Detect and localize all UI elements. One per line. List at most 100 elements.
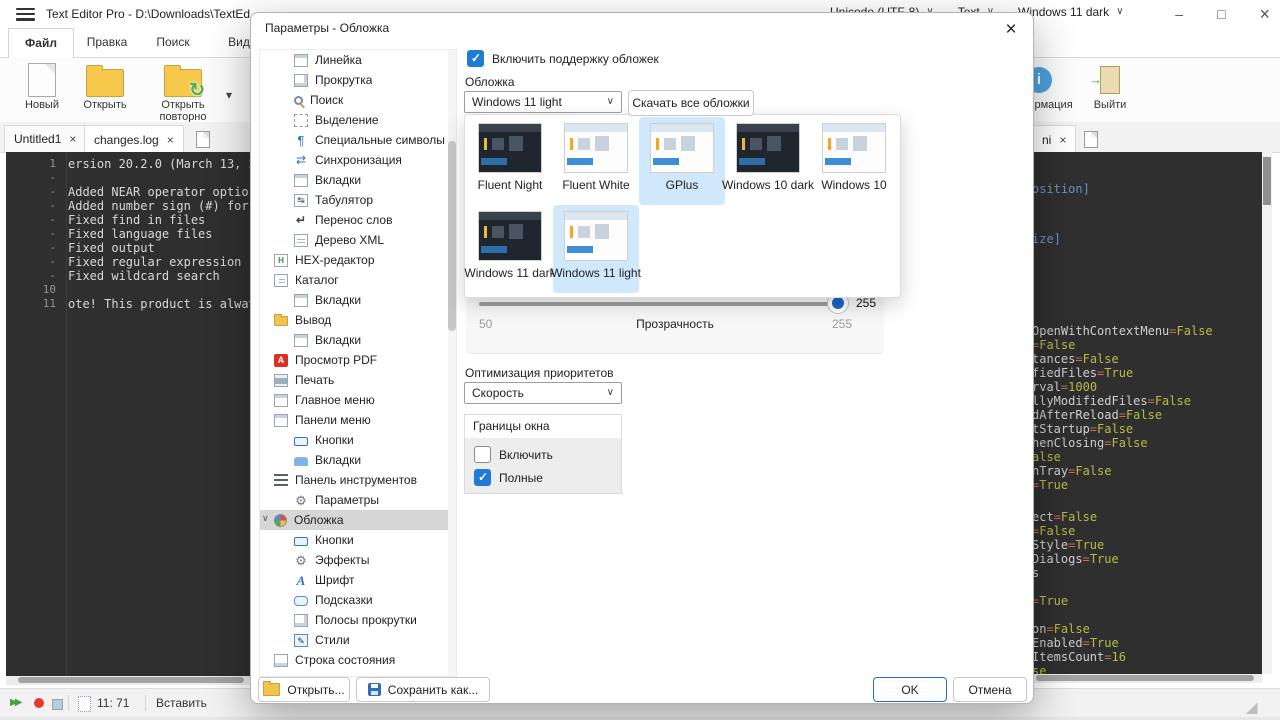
- tree-item-Перенос слов[interactable]: ↵ Перенос слов: [260, 210, 456, 230]
- tree-item-Подсказки[interactable]: Подсказки: [260, 590, 456, 610]
- run-macro-icon[interactable]: ▶▶: [10, 697, 23, 708]
- toolbar-button[interactable]: Открыть повторно: [138, 61, 228, 123]
- skin-option-GPlus[interactable]: GPlus: [639, 117, 725, 205]
- sync-icon: ⇄: [295, 152, 307, 167]
- tree-item-Вкладки[interactable]: Вкладки: [260, 290, 456, 310]
- cancel-button[interactable]: Отмена: [953, 677, 1027, 702]
- tree-item-Строка состояния[interactable]: Строка состояния: [260, 650, 456, 670]
- toolbar-button[interactable]: Открыть: [74, 61, 136, 111]
- ribbon-tab-Правка[interactable]: Правка: [74, 28, 140, 58]
- tree-item-Панели меню[interactable]: Панели меню: [260, 410, 456, 430]
- editor-line: Style=True: [1032, 538, 1262, 552]
- editor-line: s: [1032, 566, 1262, 580]
- skin-option-Windows 10[interactable]: Windows 10: [811, 117, 897, 205]
- tree-item-Полосы прокрутки[interactable]: Полосы прокрутки: [260, 610, 456, 630]
- tree-item-Параметры[interactable]: ⚙ Параметры: [260, 490, 456, 510]
- print-icon: [274, 373, 288, 387]
- ok-button[interactable]: OK: [873, 677, 947, 702]
- tree-item-Вкладки[interactable]: Вкладки: [260, 170, 456, 190]
- close-tab-icon[interactable]: ×: [69, 132, 76, 146]
- tree-item-Обложка[interactable]: ∨ Обложка: [260, 510, 456, 530]
- horizontal-scrollbar[interactable]: [6, 676, 250, 685]
- tree-item-Табулятор[interactable]: ↹ Табулятор: [260, 190, 456, 210]
- hint-icon: [294, 595, 308, 606]
- transparency-slider-track[interactable]: [479, 302, 847, 306]
- code-key: tStartup: [1032, 422, 1090, 436]
- priority-dropdown[interactable]: Скорость ∨: [464, 382, 622, 404]
- tree-item-Вывод[interactable]: Вывод: [260, 310, 456, 330]
- skin-option-Windows 10 dark[interactable]: Windows 10 dark: [722, 117, 814, 205]
- tree-item-Каталог[interactable]: Каталог: [260, 270, 456, 290]
- dialog-close-icon[interactable]: ×: [995, 15, 1027, 45]
- code-section: ize]: [1032, 232, 1061, 246]
- skin-option-Windows 11 light[interactable]: Windows 11 light: [551, 205, 641, 293]
- tree-item-Специальные символы[interactable]: ¶ Специальные символы: [260, 130, 456, 150]
- tree-item-Шрифт[interactable]: A Шрифт: [260, 570, 456, 590]
- tree-item-Дерево XML[interactable]: Дерево XML: [260, 230, 456, 250]
- tree-item-Панель инструментов[interactable]: Панель инструментов: [260, 470, 456, 490]
- tree-item-Просмотр PDF[interactable]: A Просмотр PDF: [260, 350, 456, 370]
- tree-item-Главное меню[interactable]: Главное меню: [260, 390, 456, 410]
- tree-item-Поиск[interactable]: Поиск: [260, 90, 456, 110]
- scrollbar-thumb[interactable]: [18, 677, 244, 683]
- tree-item-Линейка[interactable]: Линейка: [260, 50, 456, 70]
- tree-item-Кнопки[interactable]: Кнопки: [260, 530, 456, 550]
- ribbon-tab-Файл[interactable]: Файл: [8, 28, 74, 59]
- close-tab-icon[interactable]: ×: [167, 133, 174, 147]
- new-tab-icon[interactable]: [196, 131, 210, 148]
- tree-item-label: Шрифт: [315, 573, 355, 587]
- exit-icon: [1089, 66, 1120, 94]
- tree-item-Вкладки[interactable]: Вкладки: [260, 330, 456, 350]
- skin-option-Windows 11 dark[interactable]: Windows 11 dark: [464, 205, 556, 293]
- toolbar-button[interactable]: Новый: [14, 61, 70, 111]
- checkbox[interactable]: [474, 469, 491, 486]
- tree-item-HEX-редактор[interactable]: H HEX-редактор: [260, 250, 456, 270]
- tree-item-Печать[interactable]: Печать: [260, 370, 456, 390]
- checkbox-row[interactable]: Полные: [474, 466, 621, 489]
- skin-dropdown[interactable]: Windows 11 light ∨: [464, 91, 622, 113]
- checkbox-row[interactable]: Включить: [474, 443, 621, 466]
- titlebar-dropdown[interactable]: Windows 11 dark ∨: [1018, 5, 1123, 19]
- record-macro-icon[interactable]: [34, 698, 44, 708]
- minimize-button[interactable]: –: [1175, 7, 1183, 21]
- stop-macro-icon[interactable]: [52, 699, 63, 710]
- new-tab-icon[interactable]: [1084, 131, 1098, 148]
- close-tab-icon[interactable]: ×: [1059, 133, 1066, 147]
- horizontal-scrollbar[interactable]: [1032, 674, 1262, 683]
- vertical-scrollbar[interactable]: [1262, 152, 1272, 674]
- toolbar-button-label: Открыть: [83, 99, 127, 111]
- tree-item-Прокрутка[interactable]: Прокрутка: [260, 70, 456, 90]
- resize-grip[interactable]: ◢: [1246, 698, 1258, 716]
- tree-item-Кнопки[interactable]: Кнопки: [260, 430, 456, 450]
- tree-item-Эффекты[interactable]: ⚙ Эффекты: [260, 550, 456, 570]
- tree-item-label: Выделение: [315, 113, 379, 127]
- scrollbar-thumb[interactable]: [1263, 157, 1271, 205]
- scrollbar-thumb[interactable]: [1036, 675, 1254, 681]
- tree-item-Синхронизация[interactable]: ⇄ Синхронизация: [260, 150, 456, 170]
- document-tab[interactable]: changes.log ×: [84, 125, 184, 153]
- close-button[interactable]: ×: [1259, 5, 1270, 23]
- skin-thumbnail: [564, 211, 628, 261]
- skin-option-Fluent White[interactable]: Fluent White: [553, 117, 639, 205]
- toolbar-button[interactable]: Выйти: [1082, 61, 1138, 111]
- skin-option-Fluent Night[interactable]: Fluent Night: [467, 117, 553, 205]
- insert-mode-indicator[interactable]: Вставить: [156, 696, 207, 710]
- code-value: False: [1039, 338, 1076, 352]
- tree-item-Стили[interactable]: ✎ Стили: [260, 630, 456, 650]
- tree-item-Вкладки[interactable]: Вкладки: [260, 450, 456, 470]
- ribbon-tab-Поиск[interactable]: Поиск: [140, 28, 206, 58]
- download-all-skins-button[interactable]: Скачать все обложки: [628, 90, 754, 116]
- gear-icon: ⚙: [295, 492, 307, 508]
- document-tab[interactable]: Untitled1 ×: [4, 125, 87, 152]
- save-as-button[interactable]: Сохранить как...: [356, 677, 490, 702]
- scrollbar-thumb[interactable]: [448, 141, 456, 331]
- document-tab[interactable]: ni ×: [1032, 125, 1077, 153]
- checkbox[interactable]: [474, 446, 491, 463]
- editor-pane-right[interactable]: osition] ize] OpenWithContextMenu=False =Fa…: [1032, 152, 1262, 674]
- hamburger-menu-icon[interactable]: [16, 8, 35, 21]
- enable-skins-checkbox[interactable]: [467, 50, 484, 67]
- editor-line-text: ersion 20.2.0 (March 13, 2: [68, 157, 256, 171]
- maximize-button[interactable]: □: [1217, 7, 1225, 21]
- open-skin-button[interactable]: Открыть...: [258, 677, 350, 702]
- tree-item-Выделение[interactable]: Выделение: [260, 110, 456, 130]
